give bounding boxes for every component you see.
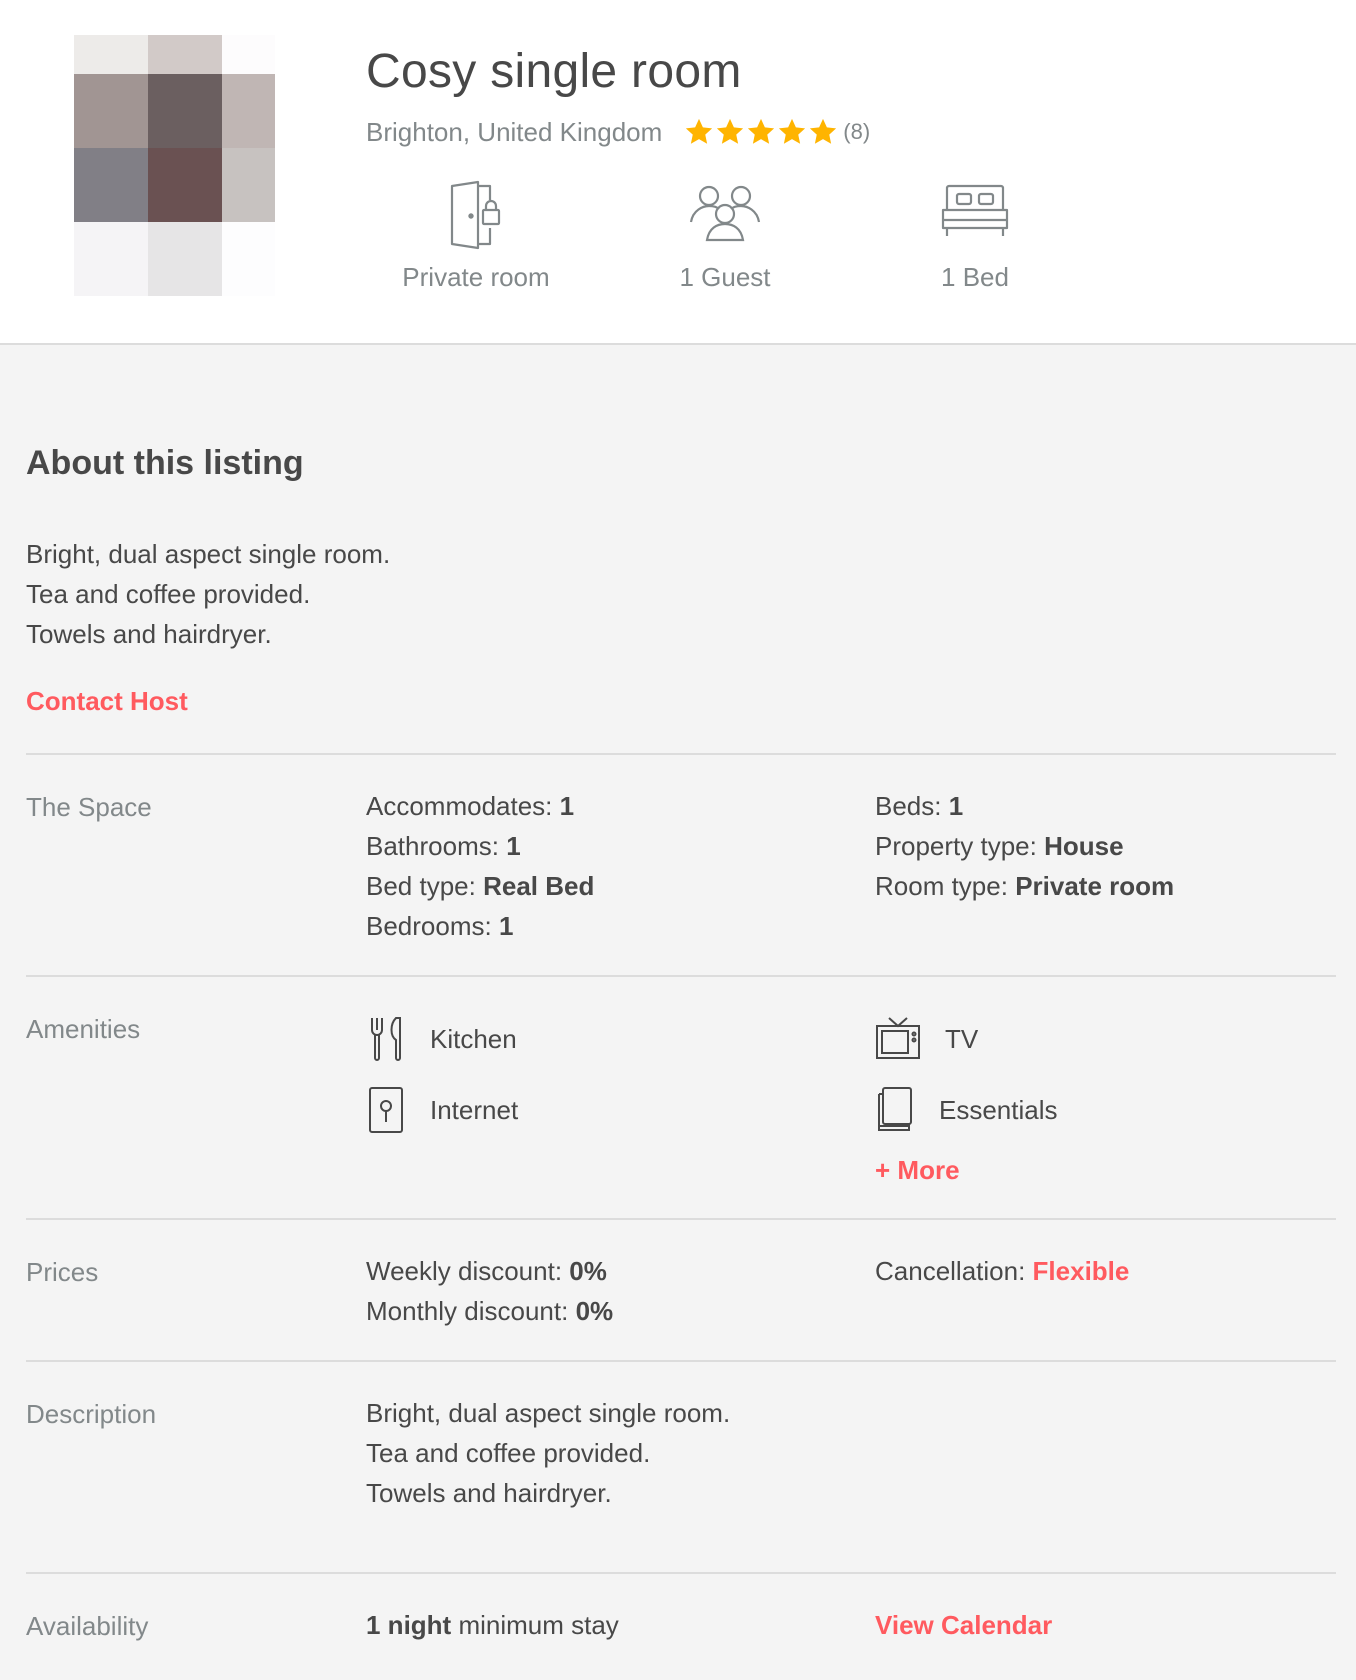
listing-thumbnail[interactable] xyxy=(74,35,275,296)
amenity-tv: TV xyxy=(875,1016,978,1062)
feature-label: Private room xyxy=(402,262,550,292)
more-amenities-link[interactable]: + More xyxy=(875,1155,960,1186)
thumb-pixel xyxy=(74,148,148,222)
contact-host-link[interactable]: Contact Host xyxy=(26,686,188,717)
amenity-label: Internet xyxy=(430,1094,519,1125)
space-left-column: Accommodates: 1 Bathrooms: 1 Bed type: R… xyxy=(366,786,594,946)
cancellation-policy: Cancellation: Flexible xyxy=(875,1256,1130,1286)
guests-icon xyxy=(689,185,761,242)
listing-location: Brighton, United Kingdom xyxy=(366,116,663,147)
star-icon xyxy=(748,118,775,144)
thumb-pixel xyxy=(148,222,222,296)
about-line: Tea and coffee provided. xyxy=(26,579,311,609)
thumb-pixel xyxy=(222,74,275,148)
feature-label: 1 Bed xyxy=(941,262,1009,292)
amenities-label: Amenities xyxy=(26,1014,141,1044)
star-icon xyxy=(686,118,713,144)
star-icon xyxy=(810,118,837,144)
amenity-essentials: Essentials xyxy=(875,1086,1058,1134)
star-icon xyxy=(717,118,744,144)
thumb-pixel xyxy=(74,35,148,74)
cancellation-policy-link[interactable]: Flexible xyxy=(1033,1256,1130,1286)
about-line: Bright, dual aspect single room. xyxy=(26,539,391,569)
star-rating xyxy=(684,117,839,147)
thumb-pixel xyxy=(74,74,148,148)
space-item: Bathrooms: 1 xyxy=(366,831,521,861)
thumb-pixel xyxy=(222,35,275,74)
divider xyxy=(26,1360,1336,1362)
space-item: Beds: 1 xyxy=(875,791,964,821)
amenity-label: Essentials xyxy=(939,1094,1058,1125)
thumb-pixel xyxy=(74,222,148,296)
thumb-pixel xyxy=(222,222,275,296)
space-item: Bed type: Real Bed xyxy=(366,871,595,901)
internet-icon xyxy=(369,1087,403,1133)
feature-private-room: Private room xyxy=(376,180,576,293)
monthly-discount: Monthly discount: 0% xyxy=(366,1296,614,1326)
feature-bed: 1 Bed xyxy=(875,180,1075,293)
minimum-stay: 1 night minimum stay xyxy=(366,1610,619,1640)
about-line: Towels and hairdryer. xyxy=(26,619,272,649)
listing-title: Cosy single room xyxy=(366,45,742,98)
private-room-door-icon xyxy=(450,180,501,250)
description-line: Tea and coffee provided. xyxy=(366,1438,651,1468)
prices-left-column: Weekly discount: 0% Monthly discount: 0% xyxy=(366,1251,613,1331)
description-text: Bright, dual aspect single room. Tea and… xyxy=(366,1393,730,1513)
view-calendar-link[interactable]: View Calendar xyxy=(875,1605,1052,1645)
tv-icon xyxy=(876,1017,920,1059)
weekly-discount: Weekly discount: 0% xyxy=(366,1256,607,1286)
space-item: Room type: Private room xyxy=(875,871,1175,901)
thumb-pixel xyxy=(222,148,275,222)
bed-icon xyxy=(941,184,1009,236)
description-line: Towels and hairdryer. xyxy=(366,1478,612,1508)
thumb-pixel xyxy=(148,148,222,222)
feature-guests: 1 Guest xyxy=(625,180,825,293)
amenity-label: TV xyxy=(945,1023,979,1054)
thumb-pixel xyxy=(148,74,222,148)
essentials-icon xyxy=(878,1087,912,1131)
prices-label: Prices xyxy=(26,1257,99,1287)
kitchen-icon xyxy=(371,1017,401,1061)
divider xyxy=(26,753,1336,755)
space-label: The Space xyxy=(26,792,152,822)
divider xyxy=(26,975,1336,977)
divider xyxy=(26,1572,1336,1574)
space-item: Bedrooms: 1 xyxy=(366,911,514,941)
space-item: Accommodates: 1 xyxy=(366,791,575,821)
amenity-internet: Internet xyxy=(366,1086,518,1134)
review-count[interactable]: (8) xyxy=(843,119,870,145)
space-item: Property type: House xyxy=(875,831,1124,861)
amenity-kitchen: Kitchen xyxy=(366,1016,517,1062)
listing-subline: Brighton, United Kingdom (8) xyxy=(366,114,870,150)
listing-header: Cosy single room Brighton, United Kingdo… xyxy=(0,0,1356,345)
description-label: Description xyxy=(26,1399,157,1429)
about-text: Bright, dual aspect single room. Tea and… xyxy=(26,534,390,654)
space-right-column: Beds: 1 Property type: House Room type: … xyxy=(875,786,1174,906)
availability-label: Availability xyxy=(26,1611,149,1641)
about-heading: About this listing xyxy=(26,444,304,482)
description-line: Bright, dual aspect single room. xyxy=(366,1398,731,1428)
star-icon xyxy=(779,118,806,144)
amenity-label: Kitchen xyxy=(430,1023,517,1054)
feature-label: 1 Guest xyxy=(679,262,771,292)
thumb-pixel xyxy=(148,35,222,74)
divider xyxy=(26,1218,1336,1220)
